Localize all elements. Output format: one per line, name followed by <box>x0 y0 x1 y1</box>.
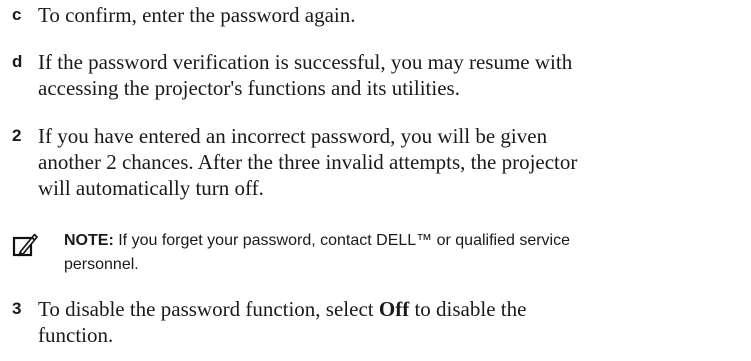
note-line-1-text: If you forget your password, contact DEL… <box>118 232 571 249</box>
step-line: If you have entered an incorrect passwor… <box>38 124 548 148</box>
step-text: To disable the password function, select… <box>38 296 738 348</box>
note-label: NOTE: <box>64 232 114 249</box>
step-marker: d <box>12 52 23 71</box>
pencil-note-icon <box>12 231 38 257</box>
step-line: will automatically turn off. <box>38 176 264 200</box>
off-option-label: Off <box>378 297 410 321</box>
manual-page: c To confirm, enter the password again. … <box>0 0 751 361</box>
step-line: another 2 chances. After the three inval… <box>38 150 578 174</box>
note-block: NOTE: If you forget your password, conta… <box>0 229 751 277</box>
step-text: If you have entered an incorrect passwor… <box>38 123 738 201</box>
step-line: To confirm, enter the password again. <box>38 3 356 27</box>
note-line: personnel. <box>64 256 139 273</box>
step-line: accessing the projector's functions and … <box>38 76 460 100</box>
note-line: NOTE: If you forget your password, conta… <box>64 229 744 253</box>
step-3-text-after: to disable the <box>409 297 527 321</box>
step-line: function. <box>38 323 114 347</box>
step-3-text-before: To disable the password function, select <box>38 297 379 321</box>
step-text: If the password verification is successf… <box>38 49 738 101</box>
step-line: If the password verification is successf… <box>38 50 573 74</box>
note-text: NOTE: If you forget your password, conta… <box>64 229 744 277</box>
step-text: To confirm, enter the password again. <box>38 2 738 28</box>
step-marker: c <box>12 5 22 24</box>
step-marker: 2 <box>12 126 22 145</box>
step-line: To disable the password function, select… <box>38 296 738 322</box>
step-marker: 3 <box>12 299 22 318</box>
